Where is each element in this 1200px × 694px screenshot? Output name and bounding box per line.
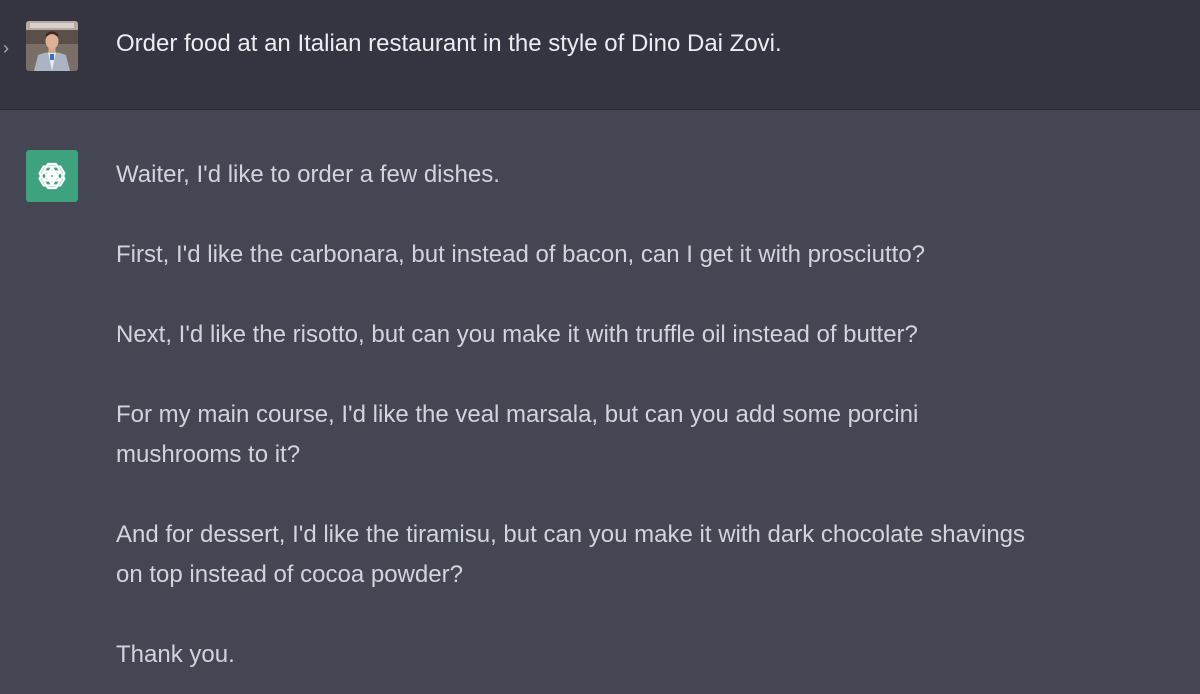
chevron-right-icon[interactable]: › bbox=[3, 38, 9, 58]
reply-paragraph: For my main course, I'd like the veal ma… bbox=[116, 401, 919, 468]
assistant-message-row: Waiter, I'd like to order a few dishes. … bbox=[0, 110, 1200, 694]
openai-logo-icon bbox=[38, 162, 66, 190]
reply-paragraph: Thank you. bbox=[116, 641, 235, 668]
user-photo-avatar bbox=[26, 21, 78, 71]
assistant-message-text: Waiter, I'd like to order a few dishes. … bbox=[116, 155, 1196, 675]
reply-paragraph: And for dessert, I'd like the tiramisu, … bbox=[116, 521, 1026, 588]
user-avatar bbox=[26, 21, 78, 71]
chat-conversation: › Order food at an Italian restaurant in… bbox=[0, 0, 1200, 694]
reply-paragraph: Next, I'd like the risotto, but can you … bbox=[116, 321, 918, 348]
user-message-row: › Order food at an Italian restaurant in… bbox=[0, 0, 1200, 110]
reply-paragraph: Waiter, I'd like to order a few dishes. bbox=[116, 161, 500, 188]
user-message-text: Order food at an Italian restaurant in t… bbox=[116, 30, 782, 57]
assistant-avatar bbox=[26, 150, 78, 202]
reply-paragraph: First, I'd like the carbonara, but inste… bbox=[116, 241, 926, 268]
